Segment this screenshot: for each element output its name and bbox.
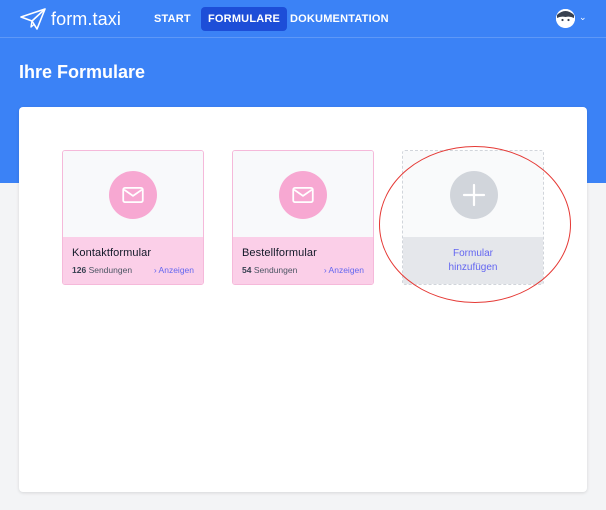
- avatar-face-icon: [556, 9, 575, 28]
- form-card-footer: Bestellformular 54 Sendungen › Anzeigen: [233, 237, 373, 284]
- nav-start[interactable]: START: [147, 7, 198, 31]
- add-form-label-line2: hinzufügen: [448, 262, 498, 273]
- chevron-down-icon[interactable]: ⌄: [579, 12, 587, 23]
- nav-dokumentation[interactable]: DOKUMENTATION: [283, 7, 396, 31]
- plus-icon: [450, 171, 498, 219]
- form-card-footer: Kontaktformular 126 Sendungen › Anzeigen: [63, 237, 203, 284]
- page-title: Ihre Formulare: [19, 62, 146, 82]
- nav-formulare[interactable]: FORMULARE: [201, 7, 288, 31]
- submission-count-label: Sendungen: [88, 265, 133, 275]
- view-form-link[interactable]: › Anzeigen: [154, 265, 194, 275]
- mail-icon: [279, 171, 327, 219]
- top-navbar: form.taxi START FORMULARE DOKUMENTATION …: [0, 0, 606, 38]
- form-card-header: [63, 151, 203, 237]
- submission-count-value: 126: [72, 265, 87, 275]
- submission-count: 54 Sendungen: [242, 265, 297, 275]
- add-form-card[interactable]: Formular hinzufügen: [402, 150, 544, 285]
- mail-icon: [109, 171, 157, 219]
- form-card-header: [233, 151, 373, 237]
- brand-logo[interactable]: form.taxi: [20, 6, 121, 32]
- brand-name: form.taxi: [51, 8, 121, 29]
- add-form-card-header: [403, 151, 543, 237]
- form-card[interactable]: Bestellformular 54 Sendungen › Anzeigen: [232, 150, 374, 285]
- submission-count: 126 Sendungen: [72, 265, 132, 275]
- submission-count-label: Sendungen: [253, 265, 298, 275]
- form-card[interactable]: Kontaktformular 126 Sendungen › Anzeigen: [62, 150, 204, 285]
- user-avatar[interactable]: [556, 9, 575, 28]
- paper-plane-icon: [20, 8, 46, 30]
- add-form-label: Formular hinzufügen: [403, 237, 543, 284]
- form-name: Bestellformular: [242, 247, 317, 259]
- view-form-link[interactable]: › Anzeigen: [324, 265, 364, 275]
- add-form-label-line1: Formular: [452, 248, 493, 259]
- form-name: Kontaktformular: [72, 247, 152, 259]
- submission-count-value: 54: [242, 265, 252, 275]
